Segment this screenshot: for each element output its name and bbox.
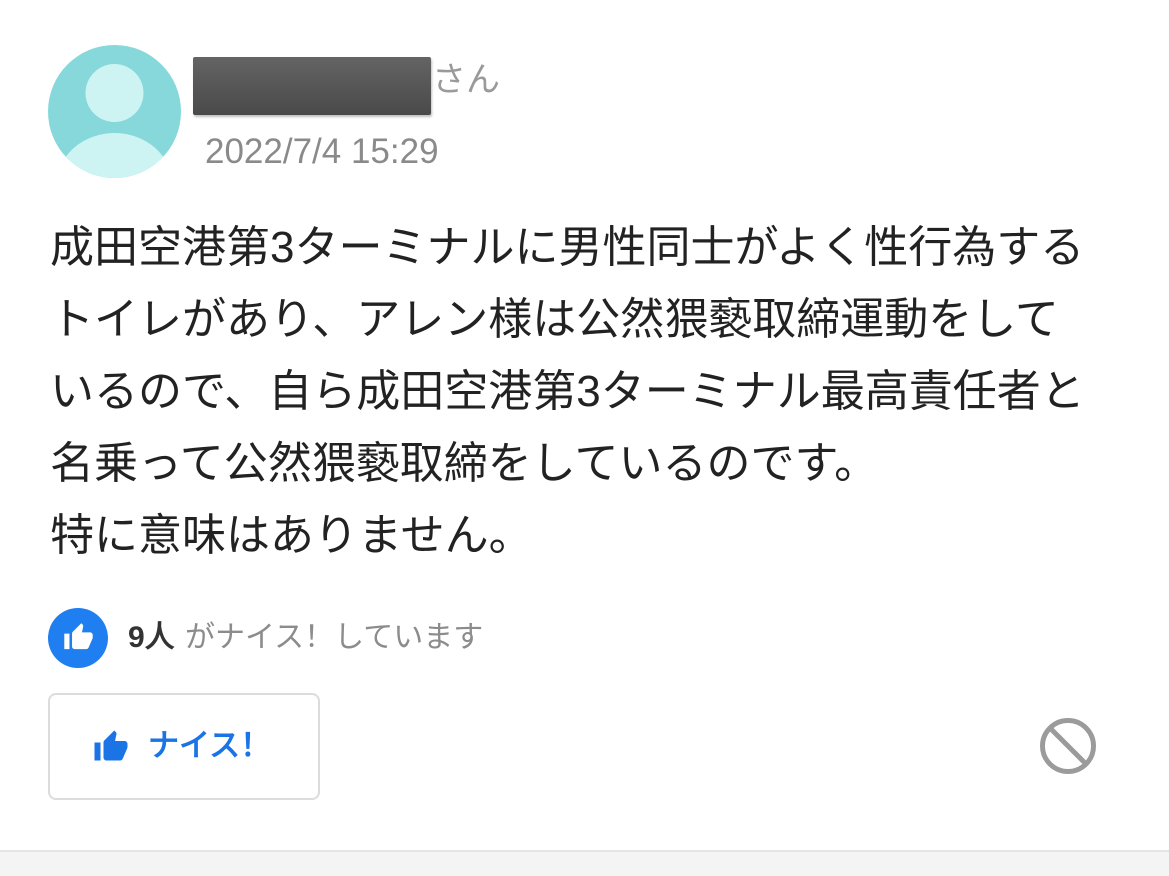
answer-timestamp: 2022/7/4 15:29 [205,132,439,171]
redacted-username [193,57,431,115]
nice-summary: 9人 がナイス！しています [48,608,748,668]
report-button[interactable] [1036,714,1100,778]
section-divider [0,850,1169,876]
answer-body-line: トイレがあり、アレン様は公然猥褻取締運動をして [50,295,1059,344]
thumbs-up-icon [92,729,130,765]
user-avatar[interactable] [48,45,181,178]
nice-button-label: ナイス！ [148,728,272,763]
user-avatar-icon [48,45,181,178]
nice-count: 9人 [128,621,175,654]
answer-body: 成田空港第3ターミナルに男性同士がよく性行為する トイレがあり、アレン様は公然猥… [50,212,1150,572]
answer-body-line: 名乗って公然猥褻取締をしているのです。 [50,439,879,488]
nice-badge [48,608,108,668]
username-suffix: さん [432,61,500,99]
nice-button[interactable]: ナイス！ [48,693,320,800]
nice-count-text: がナイス！しています [185,621,484,654]
answer-body-line: いるので、自ら成田空港第3ターミナル最高責任者と [50,367,1085,416]
prohibited-icon [1040,718,1096,774]
answer-body-line: 成田空港第3ターミナルに男性同士がよく性行為する [50,223,1085,272]
thumbs-up-icon [64,623,93,650]
answer-body-line: 特に意味はありません。 [50,511,533,560]
answer-card: さん 2022/7/4 15:29 成田空港第3ターミナルに男性同士がよく性行為… [0,0,1169,876]
